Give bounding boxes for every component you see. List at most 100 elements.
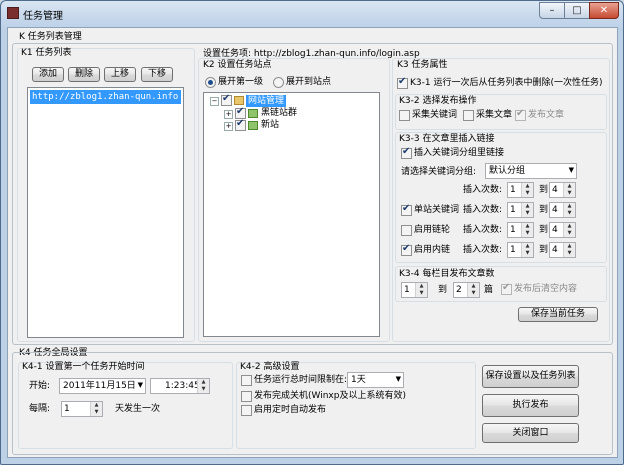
auto-publish-checkbox[interactable] [241,405,252,416]
minimize-button[interactable]: – [539,2,565,19]
publish-articles-label: 发布文章 [528,110,565,120]
stepper-up-icon[interactable]: ▲ [522,203,533,210]
tree-root-label[interactable]: 网站管理 [246,95,287,107]
stepper-value: 4 [552,185,558,195]
title-bar[interactable]: 任务管理 – □ ✕ [1,1,623,25]
stepper-up-icon[interactable]: ▲ [522,183,533,190]
dropdown-arrow-icon: ▼ [395,375,401,383]
tree-root-checkbox[interactable] [221,93,232,106]
single-insert-to-stepper[interactable]: 4 ▲ ▼ [549,202,576,218]
keyword-group-select[interactable]: 默认分组 ▼ [485,163,577,179]
group-insert-to-stepper[interactable]: 4 ▲ ▼ [549,182,576,198]
clear-after-publish-checkbox[interactable] [501,282,512,295]
enable-link-wheel-label: 启用链轮 [414,225,451,235]
stepper-up-icon[interactable]: ▲ [198,379,209,386]
window-title: 任务管理 [23,11,63,22]
k3-1-label: K3-1 运行一次后从任务列表中删除(一次性任务) [410,78,603,88]
insert-keyword-group-checkbox[interactable] [401,146,412,159]
stepper-up-icon[interactable]: ▲ [522,243,533,250]
expand-to-site-radio[interactable] [273,77,284,88]
stepper-up-icon[interactable]: ▲ [564,243,575,250]
time-limit-checkbox[interactable] [241,375,252,386]
internal-insert-from-stepper[interactable]: 1 ▲ ▼ [507,242,534,258]
move-down-button[interactable]: 下移 [141,67,173,82]
task-list[interactable]: http://zblog1.zhan-qun.info [27,87,184,338]
enable-internal-links-label: 启用内链 [414,245,451,255]
tree-child-checkbox[interactable] [235,118,246,131]
stepper-down-icon[interactable]: ▼ [522,210,533,217]
articles-unit-label: 篇 [484,285,494,295]
move-up-button[interactable]: 上移 [104,67,136,82]
group-insert-from-stepper[interactable]: 1 ▲ ▼ [507,182,534,198]
task-list-item[interactable]: http://zblog1.zhan-qun.info [30,90,181,104]
single-site-keywords-label: 单站关键词 [414,205,460,215]
save-all-button[interactable]: 保存设置以及任务列表 [482,365,579,388]
stepper-down-icon[interactable]: ▼ [91,409,102,416]
stepper-down-icon[interactable]: ▼ [522,230,533,237]
maximize-button[interactable]: □ [564,2,590,19]
stepper-value: 1 [404,285,410,295]
stepper-down-icon[interactable]: ▼ [522,190,533,197]
enable-link-wheel-checkbox[interactable] [401,225,412,236]
chain-insert-to-stepper[interactable]: 4 ▲ ▼ [549,222,576,238]
k3-1-checkbox[interactable] [397,76,408,89]
chain-insert-from-stepper[interactable]: 1 ▲ ▼ [507,222,534,238]
stepper-down-icon[interactable]: ▼ [522,250,533,257]
run-publish-button[interactable]: 执行发布 [482,394,579,417]
single-insert-from-stepper[interactable]: 1 ▲ ▼ [507,202,534,218]
stepper-down-icon[interactable]: ▼ [198,386,209,393]
stepper-down-icon[interactable]: ▼ [564,230,575,237]
folder-icon [234,96,244,105]
tree-collapse-toggle[interactable]: − [210,97,219,106]
time-limit-select[interactable]: 1天 ▼ [347,372,404,388]
stepper-down-icon[interactable]: ▼ [564,210,575,217]
collect-articles-checkbox[interactable] [463,110,474,121]
add-button[interactable]: 添加 [32,67,64,82]
app-icon [7,7,19,19]
stepper-value: 2 [456,285,462,295]
stepper-up-icon[interactable]: ▲ [91,402,102,409]
stepper-down-icon[interactable]: ▼ [416,290,427,297]
start-date-picker[interactable]: 2011年11月15日 ▼ [59,378,146,394]
tree-expand-toggle[interactable]: + [224,110,233,119]
stepper-up-icon[interactable]: ▲ [416,283,427,290]
start-label: 开始: [29,381,51,391]
articles-to-stepper[interactable]: 2 ▲ ▼ [453,282,480,298]
publish-articles-checkbox[interactable] [515,108,526,121]
articles-from-stepper[interactable]: 1 ▲ ▼ [401,282,428,298]
client-area: K 任务列表管理 K1 任务列表 添加 删除 上移 下移 http://zblo… [7,27,618,458]
expand-first-level-radio[interactable] [205,77,216,88]
close-button[interactable]: ✕ [589,2,619,19]
k4-2-title: K4-2 高级设置 [240,362,300,372]
expand-to-site-label: 展开到站点 [286,77,332,87]
folder-icon [248,109,258,118]
task-manager-window: 任务管理 – □ ✕ K 任务列表管理 K1 任务列表 添加 删除 上移 下移 … [0,0,624,465]
stepper-up-icon[interactable]: ▲ [564,183,575,190]
stepper-up-icon[interactable]: ▲ [468,283,479,290]
time-limit-value: 1天 [351,375,366,385]
tree-expand-toggle[interactable]: + [224,122,233,131]
stepper-up-icon[interactable]: ▲ [522,223,533,230]
save-current-task-button[interactable]: 保存当前任务 [518,307,598,322]
enable-internal-links-checkbox[interactable] [401,243,412,256]
stepper-down-icon[interactable]: ▼ [468,290,479,297]
insert-times-label: 插入次数: [463,185,503,195]
every-days-stepper[interactable]: 1 ▲ ▼ [61,401,103,417]
stepper-down-icon[interactable]: ▼ [564,250,575,257]
to-label: 到 [539,185,549,195]
start-time-field[interactable]: 1:23:45 ▲ ▼ [150,378,210,394]
to-label: 到 [539,245,549,255]
internal-insert-to-stepper[interactable]: 4 ▲ ▼ [549,242,576,258]
tree-child-label[interactable]: 黑链站群 [261,108,297,119]
time-limit-label: 任务运行总时间限制在: [254,375,348,385]
stepper-up-icon[interactable]: ▲ [564,203,575,210]
tree-child-label[interactable]: 新站 [261,120,279,131]
close-window-button[interactable]: 关闭窗口 [482,423,579,443]
collect-keywords-checkbox[interactable] [399,110,410,121]
stepper-down-icon[interactable]: ▼ [564,190,575,197]
shutdown-checkbox[interactable] [241,391,252,402]
stepper-up-icon[interactable]: ▲ [564,223,575,230]
delete-button[interactable]: 删除 [68,67,100,82]
site-tree[interactable]: − 网站管理 + 黑链站群 + 新站 [203,92,380,337]
single-site-keywords-checkbox[interactable] [401,203,412,216]
